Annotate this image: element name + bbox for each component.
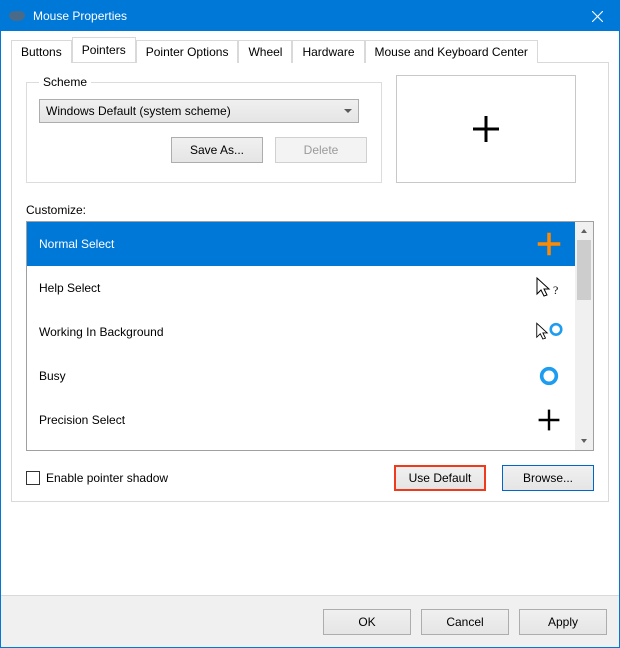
list-item-label: Precision Select [39, 413, 125, 427]
mouse-icon [9, 11, 25, 21]
list-item-help-select[interactable]: Help Select ? [27, 266, 575, 310]
list-item-label: Normal Select [39, 237, 114, 251]
scroll-up-button[interactable] [575, 222, 593, 240]
arrow-ring-icon [535, 318, 563, 346]
titlebar: Mouse Properties [1, 1, 619, 31]
scheme-dropdown[interactable]: Windows Default (system scheme) [39, 99, 359, 123]
apply-button[interactable]: Apply [519, 609, 607, 635]
tab-hardware[interactable]: Hardware [292, 40, 364, 63]
list-item-label: Working In Background [39, 325, 164, 339]
tab-mouse-keyboard-center[interactable]: Mouse and Keyboard Center [365, 40, 538, 63]
list-item-label: Help Select [39, 281, 100, 295]
tab-pointer-options[interactable]: Pointer Options [136, 40, 239, 63]
browse-button[interactable]: Browse... [502, 465, 594, 491]
list-item-normal-select[interactable]: Normal Select [27, 222, 575, 266]
close-button[interactable] [575, 1, 619, 31]
close-icon [592, 11, 603, 22]
checkbox-box [26, 471, 40, 485]
list-item-precision-select[interactable]: Precision Select [27, 398, 575, 442]
client-area: Buttons Pointers Pointer Options Wheel H… [1, 31, 619, 595]
chevron-down-icon [344, 109, 352, 113]
dialog-buttons: OK Cancel Apply [1, 595, 619, 647]
scroll-track[interactable] [575, 240, 593, 432]
customize-label: Customize: [26, 203, 594, 217]
ok-button[interactable]: OK [323, 609, 411, 635]
arrow-question-icon: ? [535, 274, 563, 302]
tab-panel-pointers: Scheme Windows Default (system scheme) S… [11, 62, 609, 502]
scheme-legend: Scheme [39, 75, 91, 89]
delete-button: Delete [275, 137, 367, 163]
tab-pointers[interactable]: Pointers [72, 37, 136, 62]
cancel-button[interactable]: Cancel [421, 609, 509, 635]
checkbox-label: Enable pointer shadow [46, 471, 168, 485]
plus-black-icon [535, 406, 563, 434]
plus-orange-icon [535, 230, 563, 258]
scroll-thumb[interactable] [577, 240, 591, 300]
cursor-listbox[interactable]: Normal Select Help Select [26, 221, 594, 451]
list-item-busy[interactable]: Busy [27, 354, 575, 398]
list-item-working-background[interactable]: Working In Background [27, 310, 575, 354]
tabs: Buttons Pointers Pointer Options Wheel H… [11, 37, 609, 502]
ring-icon [535, 362, 563, 390]
tab-buttons[interactable]: Buttons [11, 40, 72, 63]
cursor-preview [396, 75, 576, 183]
tab-wheel[interactable]: Wheel [238, 40, 292, 63]
svg-text:?: ? [553, 283, 558, 297]
scroll-down-button[interactable] [575, 432, 593, 450]
mouse-properties-window: Mouse Properties Buttons Pointers Pointe… [0, 0, 620, 648]
chevron-up-icon [580, 227, 588, 235]
window-title: Mouse Properties [33, 9, 575, 23]
listbox-scrollbar[interactable] [575, 222, 593, 450]
chevron-down-icon [580, 437, 588, 445]
enable-pointer-shadow-checkbox[interactable]: Enable pointer shadow [26, 471, 168, 485]
scheme-selected-value: Windows Default (system scheme) [46, 104, 231, 118]
save-as-button[interactable]: Save As... [171, 137, 263, 163]
list-item-label: Busy [39, 369, 66, 383]
plus-icon [471, 114, 501, 144]
use-default-button[interactable]: Use Default [394, 465, 486, 491]
scheme-group: Scheme Windows Default (system scheme) S… [26, 75, 382, 183]
